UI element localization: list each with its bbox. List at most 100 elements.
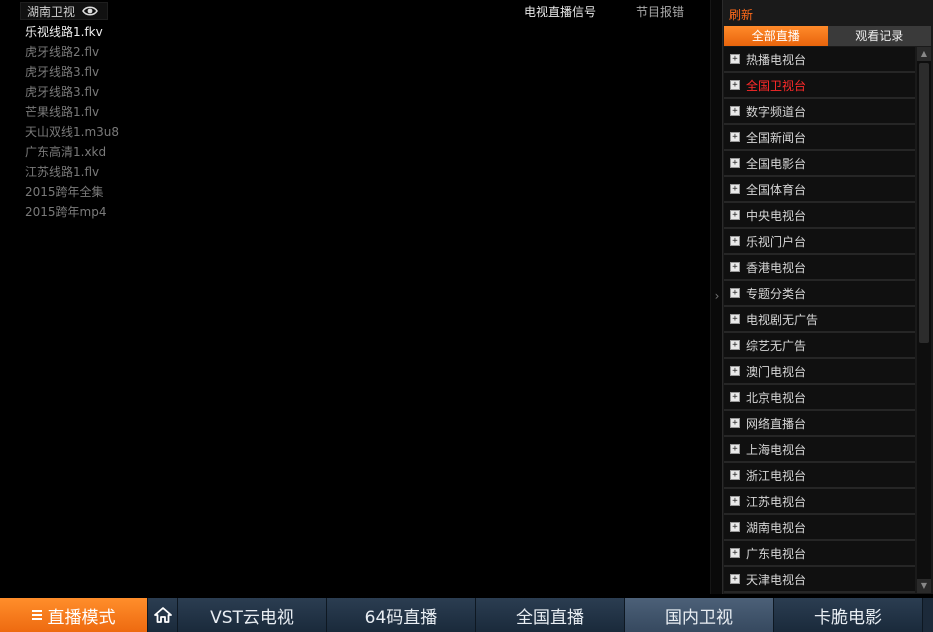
source-item[interactable]: 虎牙线路3.flv <box>25 62 119 82</box>
source-item[interactable]: 2015跨年全集 <box>25 182 119 202</box>
category-item[interactable]: + 江苏电视台 <box>724 489 915 515</box>
category-item[interactable]: + 广东电视台 <box>724 541 915 567</box>
category-label: 广东电视台 <box>746 546 807 561</box>
category-label: 全国新闻台 <box>746 130 807 145</box>
refresh-button[interactable]: 刷新 <box>729 6 753 23</box>
category-label: 全国体育台 <box>746 182 807 197</box>
tab-watch-history[interactable]: 观看记录 <box>827 26 931 46</box>
category-label: 全国电影台 <box>746 156 807 171</box>
source-item[interactable]: 2015跨年mp4 <box>25 202 119 222</box>
expand-plus-icon[interactable]: + <box>730 444 740 454</box>
category-label: 北京电视台 <box>746 390 807 405</box>
category-label: 专题分类台 <box>746 286 807 301</box>
expand-plus-icon[interactable]: + <box>730 548 740 558</box>
panel-tabs: 全部直播 观看记录 <box>724 26 931 46</box>
source-item[interactable]: 江苏线路1.flv <box>25 162 119 182</box>
expand-plus-icon[interactable]: + <box>730 574 740 584</box>
expand-plus-icon[interactable]: + <box>730 522 740 532</box>
category-label: 江苏电视台 <box>746 494 807 509</box>
category-item[interactable]: + 网络直播台 <box>724 411 915 437</box>
source-item[interactable]: 虎牙线路3.flv <box>25 82 119 102</box>
top-links: 电视直播信号 节目报错 <box>524 2 684 20</box>
live-mode-button[interactable]: 直播模式 <box>0 598 148 632</box>
expand-plus-icon[interactable]: + <box>730 366 740 376</box>
expand-plus-icon[interactable]: + <box>730 288 740 298</box>
expand-plus-icon[interactable]: + <box>730 496 740 506</box>
category-item[interactable]: + 上海电视台 <box>724 437 915 463</box>
tv-signal-link[interactable]: 电视直播信号 <box>524 3 596 20</box>
expand-plus-icon[interactable]: + <box>730 418 740 428</box>
channel-title-bar: 湖南卫视 <box>20 2 109 20</box>
expand-plus-icon[interactable]: + <box>730 314 740 324</box>
expand-plus-icon[interactable]: + <box>730 54 740 64</box>
source-item[interactable]: 虎牙线路2.flv <box>25 42 119 62</box>
expand-plus-icon[interactable]: + <box>730 470 740 480</box>
scrollbar-thumb[interactable] <box>919 63 929 343</box>
category-item[interactable]: + 数字频道台 <box>724 99 915 125</box>
expand-plus-icon[interactable]: + <box>730 340 740 350</box>
category-item[interactable]: + 湖南电视台 <box>724 515 915 541</box>
category-label: 网络直播台 <box>746 416 807 431</box>
nav-item[interactable]: 64码直播 <box>327 598 476 632</box>
bottom-nav: 直播模式 VST云电视 64码直播 全国直播 国内卫视 卡脆电影 <box>0 598 933 632</box>
nav-item[interactable]: VST云电视 <box>178 598 327 632</box>
category-label: 乐视门户台 <box>746 234 807 249</box>
category-item[interactable]: + 全国电影台 <box>724 151 915 177</box>
source-item[interactable]: 天山双线1.m3u8 <box>25 122 119 142</box>
scroll-down-icon[interactable]: ▼ <box>917 579 931 593</box>
nav-items: VST云电视 64码直播 全国直播 国内卫视 卡脆电影 <box>178 598 923 632</box>
category-label: 全国卫视台 <box>746 78 807 93</box>
category-item[interactable]: + 香港电视台 <box>724 255 915 281</box>
category-label: 天津电视台 <box>746 572 807 587</box>
expand-plus-icon[interactable]: + <box>730 392 740 402</box>
expand-plus-icon[interactable]: + <box>730 132 740 142</box>
category-label: 热播电视台 <box>746 52 807 67</box>
category-item[interactable]: + 电视剧无广告 <box>724 307 915 333</box>
category-label: 数字频道台 <box>746 104 807 119</box>
category-list: + 热播电视台 + 全国卫视台 + 数字频道台 + 全国新闻台 + 全国电影台 + 全国体育台 + 中央电… <box>724 47 915 593</box>
category-item[interactable]: + 全国卫视台 <box>724 73 915 99</box>
expand-plus-icon[interactable]: + <box>730 184 740 194</box>
category-item[interactable]: + 全国体育台 <box>724 177 915 203</box>
category-label: 浙江电视台 <box>746 468 807 483</box>
nav-item[interactable]: 全国直播 <box>476 598 625 632</box>
report-error-link[interactable]: 节目报错 <box>636 3 684 20</box>
category-item[interactable]: + 全国新闻台 <box>724 125 915 151</box>
live-mode-label: 直播模式 <box>47 607 116 628</box>
expand-plus-icon[interactable]: + <box>730 236 740 246</box>
source-item[interactable]: 芒果线路1.flv <box>25 102 119 122</box>
category-label: 电视剧无广告 <box>746 312 819 327</box>
category-item[interactable]: + 中央电视台 <box>724 203 915 229</box>
expand-plus-icon[interactable]: + <box>730 106 740 116</box>
category-item[interactable]: + 专题分类台 <box>724 281 915 307</box>
expand-plus-icon[interactable]: + <box>730 210 740 220</box>
expand-plus-icon[interactable]: + <box>730 262 740 272</box>
nav-item[interactable]: 国内卫视 <box>625 598 774 632</box>
scroll-up-icon[interactable]: ▲ <box>917 47 931 61</box>
category-label: 澳门电视台 <box>746 364 807 379</box>
channel-title: 湖南卫视 <box>27 4 76 19</box>
category-item[interactable]: + 天津电视台 <box>724 567 915 593</box>
eye-icon[interactable] <box>81 4 99 18</box>
category-item[interactable]: + 澳门电视台 <box>724 359 915 385</box>
category-label: 综艺无广告 <box>746 338 807 353</box>
category-item[interactable]: + 乐视门户台 <box>724 229 915 255</box>
category-scrollbar[interactable]: ▲ ▼ <box>917 47 931 593</box>
source-item[interactable]: 乐视线路1.fkv <box>25 22 119 42</box>
expand-plus-icon[interactable]: + <box>730 158 740 168</box>
tab-all-live[interactable]: 全部直播 <box>724 26 828 46</box>
category-label: 湖南电视台 <box>746 520 807 535</box>
category-item[interactable]: + 浙江电视台 <box>724 463 915 489</box>
category-label: 上海电视台 <box>746 442 807 457</box>
channel-panel: 刷新 全部直播 观看记录 + 热播电视台 + 全国卫视台 + 数字频道台 + 全国新闻台 + 全国电… <box>722 0 933 594</box>
category-item[interactable]: + 热播电视台 <box>724 47 915 73</box>
expand-plus-icon[interactable]: + <box>730 80 740 90</box>
home-button[interactable] <box>148 598 178 632</box>
category-label: 中央电视台 <box>746 208 807 223</box>
nav-item[interactable]: 卡脆电影 <box>774 598 923 632</box>
panel-collapse-handle[interactable]: › <box>710 0 722 594</box>
source-item[interactable]: 广东高清1.xkd <box>25 142 119 162</box>
category-item[interactable]: + 北京电视台 <box>724 385 915 411</box>
category-item[interactable]: + 综艺无广告 <box>724 333 915 359</box>
chevron-right-icon[interactable]: › <box>712 288 722 304</box>
